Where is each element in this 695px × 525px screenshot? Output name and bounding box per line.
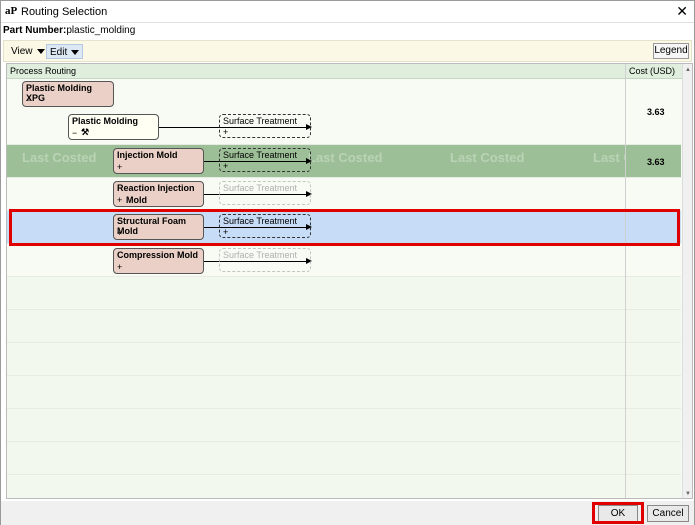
last-costed-watermark: Last C bbox=[593, 150, 625, 165]
window-title: Routing Selection bbox=[21, 6, 108, 18]
process-routing-grid: Process Routing Cost (USD) Last Costed L… bbox=[6, 63, 693, 499]
routing-row[interactable] bbox=[7, 178, 681, 211]
plastic-molding-node[interactable]: Plastic Molding − ⚒ bbox=[68, 114, 159, 140]
node-label-line2: Mold bbox=[126, 195, 147, 205]
routing-row[interactable] bbox=[7, 244, 681, 277]
part-number-value: plastic_molding bbox=[66, 25, 136, 36]
node-label: Surface Treatment bbox=[223, 250, 298, 260]
injection-mold-node[interactable]: Injection Mold + bbox=[113, 148, 204, 174]
node-label: Plastic Molding bbox=[72, 116, 139, 126]
surface-treatment-node[interactable]: Surface Treatment bbox=[219, 181, 311, 205]
cost-column-header: Cost (USD) bbox=[629, 66, 676, 76]
node-label: Plastic Molding XPG bbox=[26, 83, 93, 103]
surface-treatment-node[interactable]: Surface Treatment bbox=[219, 248, 311, 272]
empty-row bbox=[7, 409, 681, 442]
compression-mold-node[interactable]: Compression Mold + bbox=[113, 248, 204, 274]
cost-value: 3.63 bbox=[647, 107, 665, 117]
node-label: Compression Mold bbox=[117, 250, 199, 260]
expand-toggle[interactable]: + bbox=[117, 162, 122, 172]
surface-treatment-node[interactable]: Surface Treatment + bbox=[219, 148, 311, 172]
node-label: Reaction Injection bbox=[117, 183, 195, 193]
expand-toggle[interactable]: + bbox=[223, 161, 228, 171]
plastic-molding-xpg-node[interactable]: Plastic Molding XPG − bbox=[22, 81, 114, 107]
grid-header: Process Routing Cost (USD) bbox=[7, 64, 692, 79]
reaction-injection-mold-node[interactable]: Reaction Injection + Mold bbox=[113, 181, 204, 207]
legend-button[interactable]: Legend bbox=[653, 43, 689, 59]
view-menu[interactable]: View bbox=[8, 44, 48, 59]
expand-toggle[interactable]: + bbox=[117, 195, 122, 205]
scroll-down-icon[interactable]: ▼ bbox=[684, 490, 692, 498]
hammer-icon: ⚒ bbox=[81, 127, 90, 137]
edit-menu[interactable]: Edit bbox=[46, 44, 84, 59]
close-icon[interactable]: ✕ bbox=[676, 3, 688, 20]
part-number-label: Part Number: bbox=[3, 25, 67, 36]
part-number-bar: Part Number:plastic_molding bbox=[1, 25, 694, 39]
expand-toggle[interactable]: + bbox=[117, 262, 122, 272]
node-label: Surface Treatment bbox=[223, 116, 298, 126]
surface-treatment-node[interactable]: Surface Treatment + bbox=[219, 114, 311, 138]
vertical-scrollbar[interactable]: ▲ ▼ bbox=[682, 64, 692, 498]
app-logo: aP bbox=[5, 5, 18, 17]
collapse-toggle[interactable]: − bbox=[72, 128, 77, 138]
cost-value: 3.63 bbox=[647, 157, 665, 167]
title-bar: aP Routing Selection ✕ bbox=[1, 1, 694, 23]
cancel-button[interactable]: Cancel bbox=[647, 505, 689, 522]
routing-selection-window: aP Routing Selection ✕ Part Number:plast… bbox=[0, 0, 695, 525]
empty-row bbox=[7, 343, 681, 376]
empty-row bbox=[7, 475, 681, 498]
collapse-toggle[interactable]: − bbox=[26, 95, 31, 105]
column-divider bbox=[625, 64, 626, 498]
scroll-up-icon[interactable]: ▲ bbox=[684, 66, 692, 74]
node-label: Injection Mold bbox=[117, 150, 178, 160]
last-costed-watermark: Last Costed bbox=[308, 150, 383, 165]
empty-row bbox=[7, 442, 681, 475]
selected-row-annotation bbox=[9, 209, 680, 246]
ok-button-annotation bbox=[592, 502, 644, 524]
toolbar: View Edit Legend bbox=[3, 40, 692, 62]
process-routing-column-header: Process Routing bbox=[10, 66, 77, 76]
node-label: Surface Treatment bbox=[223, 150, 298, 160]
edit-menu-label: Edit bbox=[50, 47, 68, 58]
node-label: Surface Treatment bbox=[223, 183, 298, 193]
dialog-button-bar: OK Cancel bbox=[1, 501, 694, 525]
last-costed-watermark: Last Costed bbox=[22, 150, 97, 165]
chevron-down-icon bbox=[36, 48, 45, 54]
expand-toggle[interactable]: + bbox=[223, 127, 228, 137]
chevron-down-icon bbox=[71, 49, 80, 55]
empty-row bbox=[7, 277, 681, 310]
empty-row bbox=[7, 376, 681, 409]
view-menu-label: View bbox=[11, 46, 33, 57]
empty-row bbox=[7, 310, 681, 343]
last-costed-watermark: Last Costed bbox=[450, 150, 525, 165]
